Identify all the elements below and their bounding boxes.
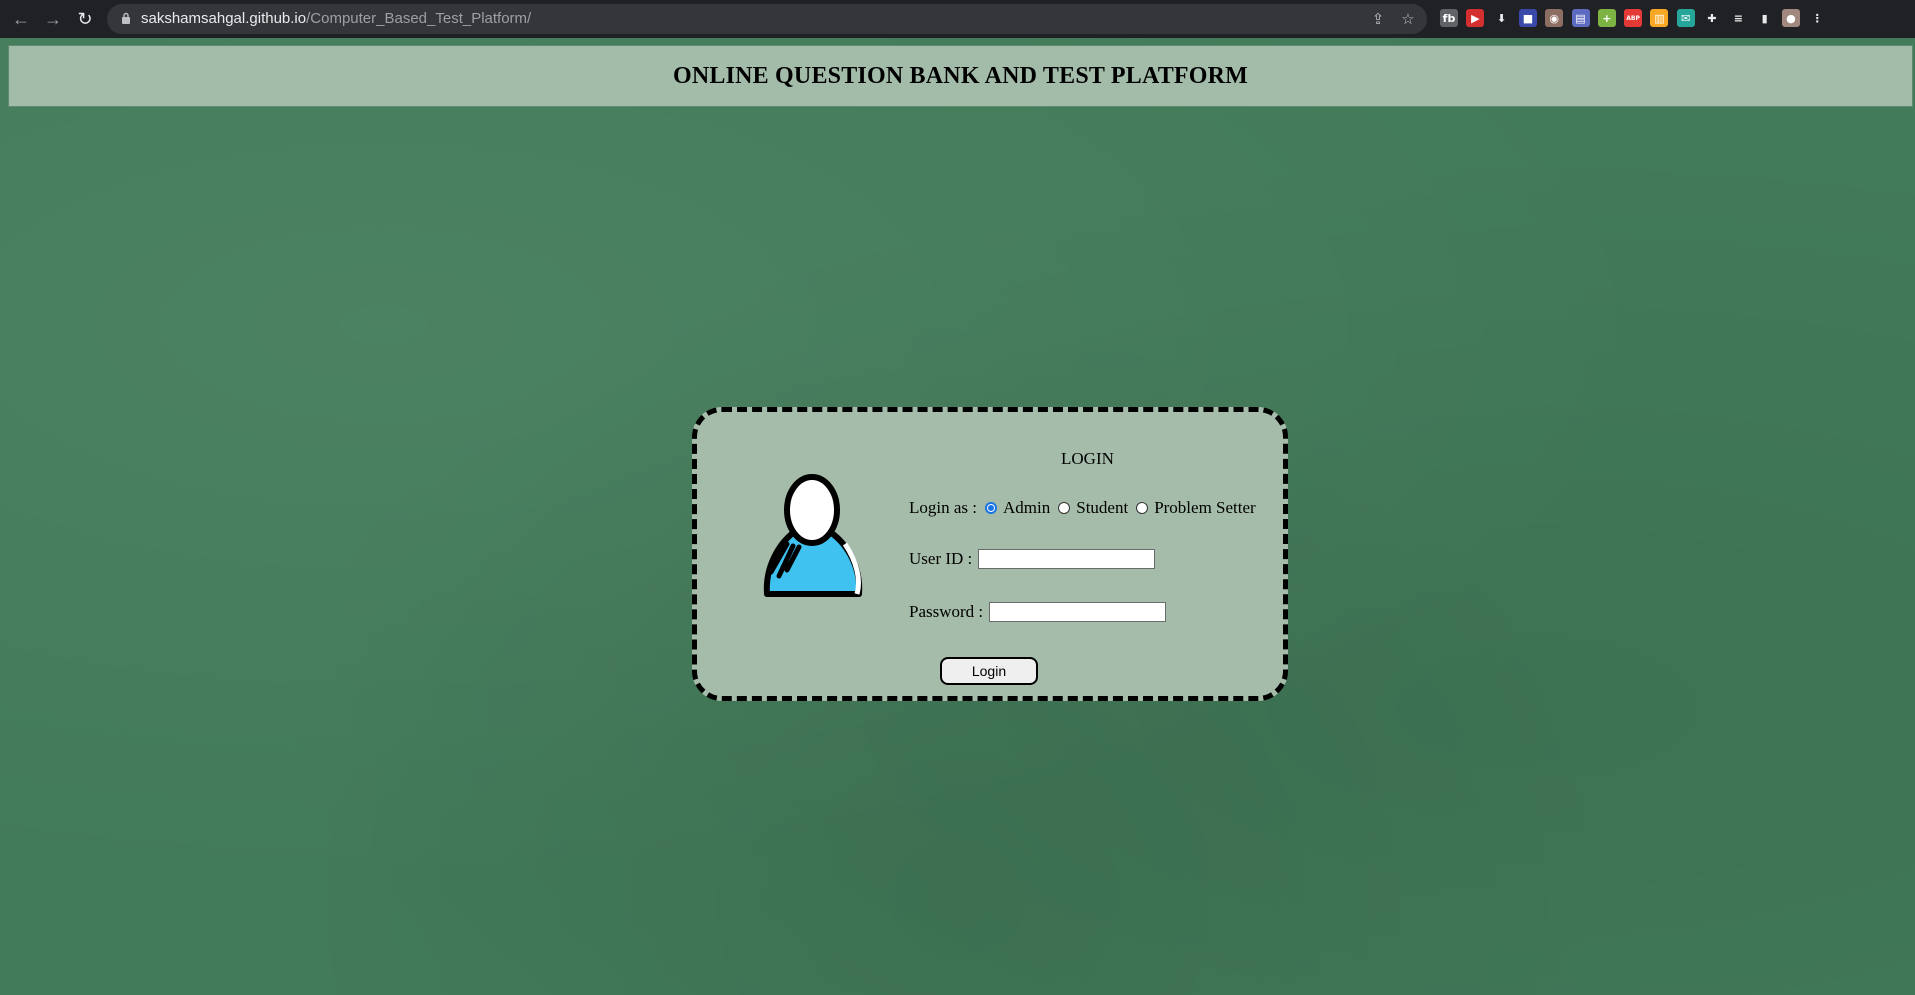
extension-10-icon[interactable]: ✉ — [1676, 9, 1695, 27]
url-text: sakshamsahgal.github.io/Computer_Based_T… — [141, 10, 531, 27]
password-input[interactable] — [989, 602, 1167, 622]
problem-setter-radio[interactable] — [1136, 502, 1149, 514]
forward-icon[interactable]: → — [40, 6, 66, 32]
user-id-input[interactable] — [978, 549, 1156, 569]
login-heading: LOGIN — [1061, 449, 1114, 468]
password-row: Password : — [909, 602, 1167, 622]
adblock-icon[interactable]: ABP — [1624, 9, 1643, 27]
login-button[interactable]: Login — [940, 657, 1038, 685]
page-background: ONLINE QUESTION BANK AND TEST PLATFORM L… — [0, 38, 1915, 995]
reload-icon[interactable]: ↻ — [72, 6, 98, 32]
extension-4-icon[interactable]: ■ — [1518, 9, 1537, 27]
extension-2-icon[interactable]: ▶ — [1466, 9, 1485, 27]
student-radio-label[interactable]: Student — [1076, 498, 1128, 518]
menu-icon[interactable]: ⋮ — [1808, 9, 1826, 27]
extension-6-icon[interactable]: ▤ — [1571, 9, 1590, 27]
student-radio[interactable] — [1058, 502, 1071, 514]
share-icon[interactable]: ⇪ — [1369, 10, 1387, 28]
extension-5-icon[interactable]: ◉ — [1545, 9, 1564, 27]
back-icon[interactable]: ← — [8, 6, 34, 32]
address-bar[interactable]: sakshamsahgal.github.io/Computer_Based_T… — [107, 4, 1427, 34]
user-id-label: User ID : — [909, 549, 973, 568]
browser-toolbar: ← → ↻ sakshamsahgal.github.io/Computer_B… — [0, 0, 1915, 38]
problem-setter-radio-label[interactable]: Problem Setter — [1154, 498, 1256, 518]
page-header: ONLINE QUESTION BANK AND TEST PLATFORM — [8, 45, 1913, 107]
url-path: /Computer_Based_Test_Platform/ — [306, 10, 532, 27]
bookmark-star-icon[interactable]: ☆ — [1399, 10, 1417, 28]
side-panel-icon[interactable]: ▮ — [1756, 9, 1774, 27]
lock-icon — [122, 12, 130, 24]
download-icon[interactable]: ⬇ — [1493, 9, 1511, 27]
user-id-row: User ID : — [909, 549, 1156, 569]
profile-avatar-icon[interactable]: ● — [1781, 9, 1800, 27]
extension-9-icon[interactable]: ▥ — [1650, 9, 1669, 27]
login-as-label: Login as : — [909, 498, 977, 517]
extension-1-icon[interactable]: fb — [1440, 9, 1458, 27]
page-title: ONLINE QUESTION BANK AND TEST PLATFORM — [672, 62, 1249, 89]
user-avatar-icon — [763, 474, 863, 597]
puzzle-icon[interactable]: ✚ — [1703, 9, 1721, 27]
login-card: LOGIN Login as : Admin Student Problem S… — [692, 407, 1288, 701]
playlist-icon[interactable]: ≡ — [1729, 9, 1747, 27]
admin-radio[interactable] — [985, 502, 997, 514]
url-host: sakshamsahgal.github.io — [141, 10, 307, 27]
login-as-row: Login as : Admin Student Problem Setter — [909, 498, 1256, 518]
admin-radio-label[interactable]: Admin — [1003, 498, 1050, 518]
extension-7-icon[interactable]: + — [1597, 9, 1616, 27]
password-label: Password : — [909, 602, 984, 621]
